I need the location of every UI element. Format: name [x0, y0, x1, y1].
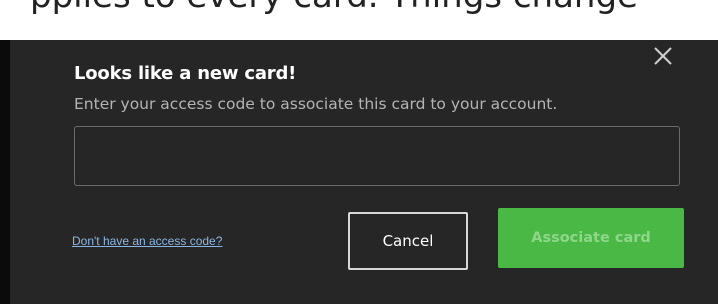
cancel-button[interactable]: Cancel — [348, 212, 468, 270]
close-icon — [654, 47, 672, 65]
access-code-input[interactable] — [74, 126, 680, 186]
screen-edge — [0, 40, 10, 304]
background-page-strip: pplies to every card. Things change — [0, 0, 718, 40]
associate-card-button[interactable]: Associate card — [498, 208, 684, 268]
close-button[interactable] — [650, 43, 676, 69]
background-page-text: pplies to every card. Things change — [30, 0, 638, 16]
new-card-dialog: Looks like a new card! Enter your access… — [10, 40, 718, 304]
no-access-code-link[interactable]: Don't have an access code? — [72, 234, 222, 248]
dialog-subtitle: Enter your access code to associate this… — [74, 95, 558, 113]
dialog-title: Looks like a new card! — [74, 63, 297, 84]
